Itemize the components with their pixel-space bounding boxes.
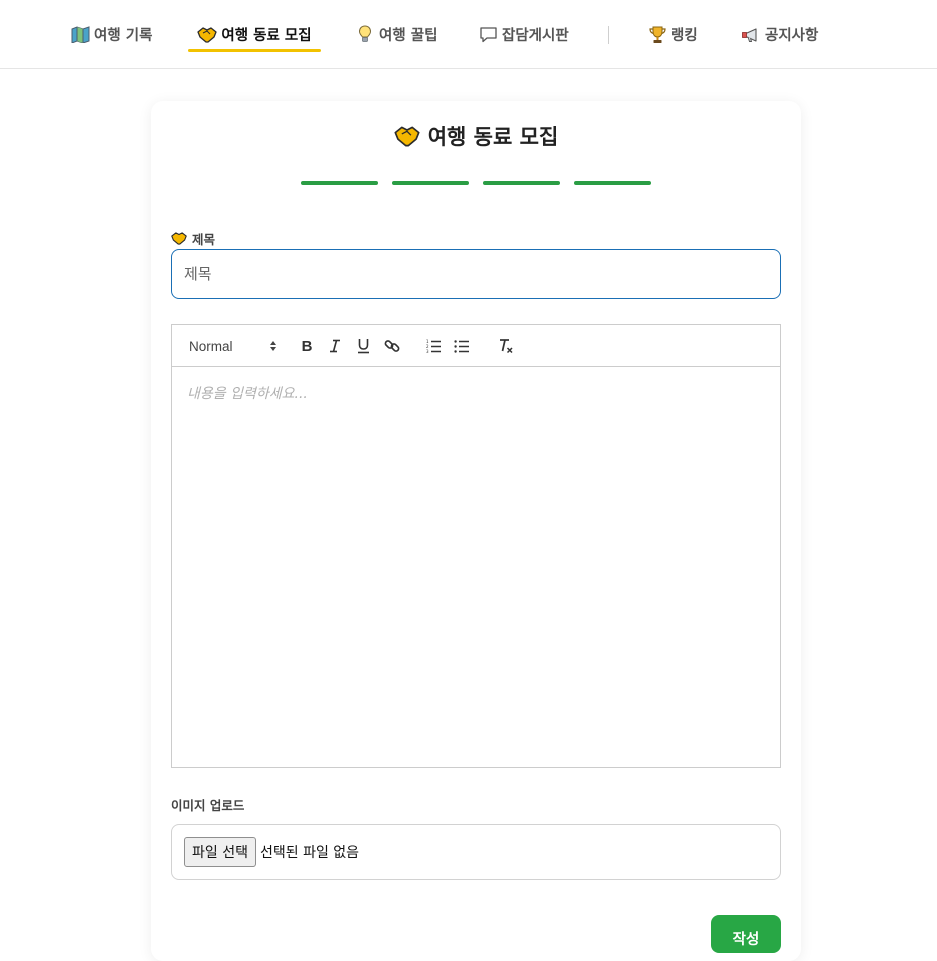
nav-item-label: 잡담게시판: [502, 28, 569, 44]
clear-format-icon: [498, 338, 514, 354]
nav-item-chat-board[interactable]: 잡담게시판: [478, 0, 569, 69]
speech-bubble-icon: [478, 25, 498, 45]
form-heading-text: 여행 동료 모집: [427, 125, 559, 149]
link-icon: [384, 338, 400, 354]
progress-step: [483, 181, 560, 185]
post-form-card: 여행 동료 모집 제목 Normal: [151, 101, 801, 961]
title-field-label: 제목: [171, 229, 215, 248]
image-upload-field: 파일 선택 선택된 파일 없음: [171, 824, 781, 880]
nav-item-companion-recruit[interactable]: 여행 동료 모집: [188, 0, 321, 69]
file-status-text: 선택된 파일 없음: [259, 845, 360, 861]
underline-button[interactable]: [353, 336, 373, 356]
nav-item-label: 여행 동료 모집: [221, 28, 312, 44]
map-icon: [70, 25, 90, 45]
handshake-icon: [394, 126, 420, 147]
italic-button[interactable]: [325, 336, 345, 356]
nav-item-notices[interactable]: 공지사항: [741, 0, 818, 69]
top-navigation: 여행 기록 여행 동료 모집 여행 꿀팁 잡담게시판 랭킹 공지사항: [0, 0, 937, 69]
progress-steps: [301, 181, 651, 185]
title-field-label-text: 제목: [192, 232, 216, 247]
editor-toolbar: Normal B 1 2 3: [172, 325, 780, 367]
progress-step: [301, 181, 378, 185]
format-select-value: Normal: [189, 338, 233, 354]
nav-item-ranking[interactable]: 랭킹: [647, 0, 698, 69]
nav-item-label: 여행 기록: [94, 28, 153, 44]
bullet-list-icon: [454, 339, 470, 353]
form-heading: 여행 동료 모집: [151, 119, 801, 153]
nav-item-label: 랭킹: [671, 28, 698, 44]
bullet-list-button[interactable]: [452, 336, 472, 356]
nav-divider: [608, 26, 609, 44]
nav-item-label: 여행 꿀팁: [379, 28, 438, 44]
rich-text-editor: Normal B 1 2 3 내용을 입력하세요...: [171, 324, 781, 768]
image-upload-label: 이미지 업로드: [171, 798, 245, 813]
choose-file-button[interactable]: 파일 선택: [184, 837, 256, 867]
lightbulb-icon: [355, 25, 375, 45]
handshake-icon: [197, 25, 218, 45]
editor-content-area[interactable]: 내용을 입력하세요...: [172, 368, 780, 767]
svg-text:3: 3: [426, 349, 429, 353]
link-button[interactable]: [381, 336, 403, 356]
handshake-icon: [171, 232, 187, 245]
nav-item-travel-log[interactable]: 여행 기록: [70, 0, 152, 69]
progress-step: [574, 181, 651, 185]
clear-format-button[interactable]: [496, 336, 516, 356]
nav-item-label: 공지사항: [765, 28, 819, 44]
title-input[interactable]: [171, 249, 781, 299]
ordered-list-icon: 1 2 3: [426, 339, 442, 353]
select-arrows-icon: [269, 340, 277, 352]
progress-step: [392, 181, 469, 185]
format-select[interactable]: Normal: [189, 336, 277, 356]
submit-button[interactable]: 작성: [711, 915, 781, 953]
nav-item-travel-tips[interactable]: 여행 꿀팁: [355, 0, 437, 69]
editor-placeholder: 내용을 입력하세요...: [187, 386, 308, 402]
underline-icon: [357, 338, 370, 354]
ordered-list-button[interactable]: 1 2 3: [424, 336, 444, 356]
bold-button[interactable]: B: [297, 336, 317, 356]
trophy-icon: [647, 25, 667, 45]
bold-icon: B: [301, 337, 313, 355]
italic-icon: [329, 339, 341, 353]
megaphone-icon: [741, 25, 761, 45]
